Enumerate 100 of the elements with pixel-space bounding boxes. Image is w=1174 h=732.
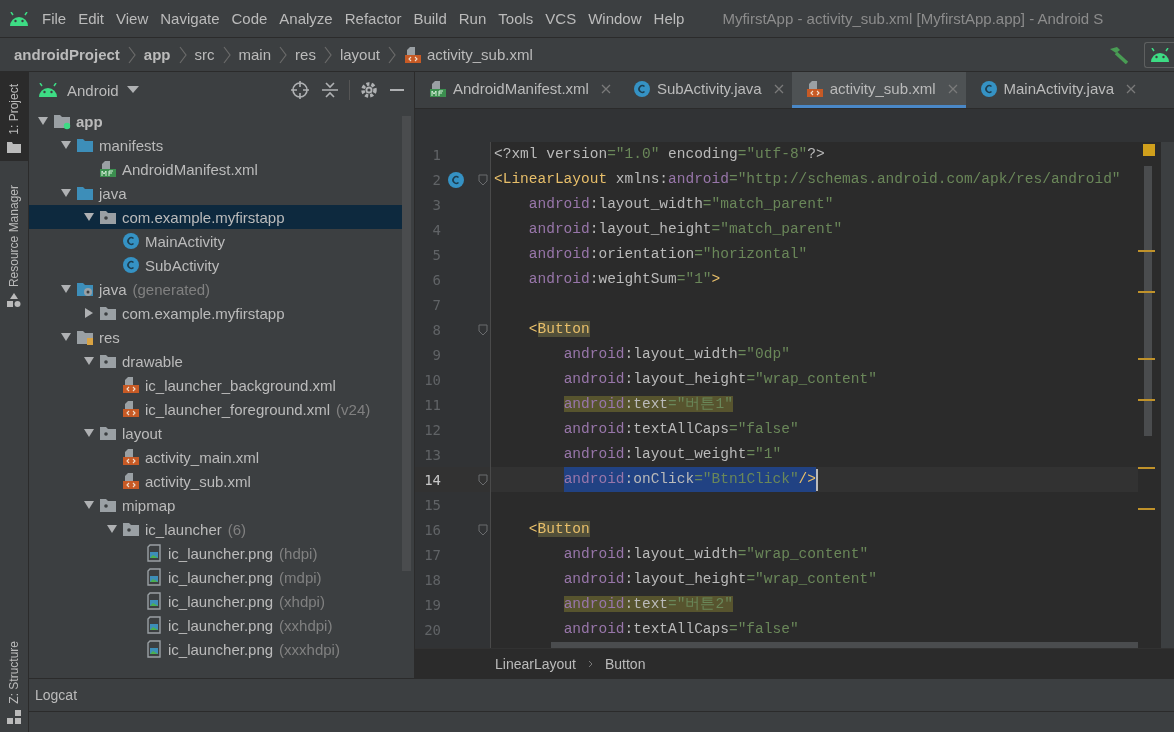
editor-tab[interactable]: AndroidManifest.xml	[415, 72, 619, 108]
tree-item[interactable]: ic_launcher.png (xxxhdpi)	[29, 637, 402, 661]
collapse-arrow-icon[interactable]	[106, 523, 118, 535]
tree-item[interactable]: com.example.myfirstapp	[29, 205, 402, 229]
close-icon[interactable]	[947, 83, 958, 94]
editor-tab[interactable]: activity_sub.xml	[791, 72, 966, 108]
tool-window-tab[interactable]: Logcat	[35, 687, 78, 703]
tree-item[interactable]: MainActivity	[29, 229, 402, 253]
tree-item[interactable]: app	[29, 109, 402, 133]
structure-breadcrumb[interactable]: LinearLayout	[495, 655, 576, 672]
fold-marker-icon[interactable]	[478, 473, 488, 486]
tree-item[interactable]: ic_launcher.png (hdpi)	[29, 541, 402, 565]
breadcrumb[interactable]: activity_sub.xml	[426, 46, 533, 63]
scrollbar[interactable]	[402, 116, 411, 571]
tree-item[interactable]: layout	[29, 421, 402, 445]
fold-marker-icon[interactable]	[478, 523, 488, 536]
class-icon	[122, 232, 140, 250]
collapse-arrow-icon[interactable]	[83, 499, 95, 511]
tree-item[interactable]: ic_launcher (6)	[29, 517, 402, 541]
menu-item[interactable]: Navigate	[154, 10, 226, 27]
tree-item[interactable]: com.example.myfirstapp	[29, 301, 402, 325]
menu-item[interactable]: File	[36, 10, 73, 27]
collapse-arrow-icon[interactable]	[60, 283, 72, 295]
tree-item[interactable]: manifests	[29, 133, 402, 157]
tree-item[interactable]: SubActivity	[29, 253, 402, 277]
tree-item-note: (mdpi)	[279, 568, 322, 586]
menu-item[interactable]: VCS	[539, 10, 583, 27]
scrollbar[interactable]	[1144, 166, 1152, 436]
tree-item[interactable]: activity_sub.xml	[29, 469, 402, 493]
warning-marker[interactable]	[1138, 467, 1155, 469]
tree-item-note: (xxxhdpi)	[279, 640, 340, 658]
menu-item[interactable]: View	[110, 10, 155, 27]
menu-item[interactable]: Window	[582, 10, 648, 27]
warning-marker[interactable]	[1138, 291, 1155, 293]
menu-item[interactable]: Analyze	[273, 10, 339, 27]
code-line: android:layout_width="match_parent"	[528, 195, 834, 214]
tree-item[interactable]: mipmap	[29, 493, 402, 517]
menu-item[interactable]: Code	[225, 10, 274, 27]
warning-marker[interactable]	[1138, 399, 1155, 401]
tree-item[interactable]: res	[29, 325, 402, 349]
settings-button[interactable]	[358, 79, 380, 101]
collapse-arrow-icon[interactable]	[83, 211, 95, 223]
run-config-button[interactable]	[1144, 41, 1174, 68]
warning-marker[interactable]	[1138, 358, 1155, 360]
editor-tab[interactable]: SubActivity.java	[618, 72, 792, 108]
tree-item[interactable]: ic_launcher.png (xxhdpi)	[29, 613, 402, 637]
warning-marker[interactable]	[1138, 508, 1155, 510]
collapse-arrow-icon[interactable]	[60, 139, 72, 151]
structure-breadcrumb[interactable]: Button	[604, 655, 646, 672]
collapse-arrow-icon[interactable]	[60, 187, 72, 199]
manifest-file-icon	[99, 160, 117, 178]
tree-item-label: layout	[122, 424, 163, 442]
image-file-icon	[145, 640, 163, 658]
tree-item-note: (xxhdpi)	[279, 616, 333, 634]
xml-file-icon	[122, 448, 140, 466]
class-icon	[447, 170, 465, 189]
tree-item[interactable]: ic_launcher_background.xml	[29, 373, 402, 397]
menu-item[interactable]: Run	[452, 10, 493, 27]
tree-item[interactable]: ic_launcher_foreground.xml (v24)	[29, 397, 402, 421]
code-line: android:textAllCaps="false"	[563, 620, 799, 639]
close-icon[interactable]	[1126, 83, 1137, 94]
fold-marker-icon[interactable]	[478, 173, 488, 186]
tool-window-tab[interactable]: 1: Project	[0, 72, 28, 161]
view-dropdown[interactable]: Android	[37, 81, 139, 99]
close-icon[interactable]	[773, 83, 784, 94]
hide-button[interactable]	[388, 86, 406, 94]
tree-item[interactable]: ic_launcher.png (xhdpi)	[29, 589, 402, 613]
tool-window-tab[interactable]: Resource Manager	[0, 172, 28, 315]
code-line: android:layout_weight="1"	[563, 445, 782, 464]
scrollbar[interactable]	[551, 642, 1138, 648]
menu-item[interactable]: Tools	[492, 10, 540, 27]
tree-item[interactable]: ic_launcher.png (mdpi)	[29, 565, 402, 589]
editor-tab[interactable]: MainActivity.java	[965, 72, 1145, 108]
collapse-arrow-icon[interactable]	[83, 355, 95, 367]
expand-arrow-icon[interactable]	[83, 307, 95, 319]
breadcrumb[interactable]: layout	[339, 46, 380, 63]
menu-item[interactable]: Help	[647, 10, 691, 27]
tree-item[interactable]: java (generated)	[29, 277, 402, 301]
collapse-arrow-icon[interactable]	[37, 115, 49, 127]
tool-window-tab[interactable]: Z: Structure	[0, 629, 28, 732]
hammer-icon[interactable]	[1108, 45, 1130, 64]
menu-item[interactable]: Edit	[72, 10, 111, 27]
fold-marker-icon[interactable]	[478, 323, 488, 336]
locate-button[interactable]	[289, 79, 311, 101]
tree-item[interactable]: drawable	[29, 349, 402, 373]
collapse-arrow-icon[interactable]	[60, 331, 72, 343]
breadcrumb[interactable]: main	[238, 46, 272, 63]
tree-item-note: (v24)	[336, 400, 371, 418]
breadcrumb[interactable]: src	[194, 46, 215, 63]
warning-marker[interactable]	[1138, 250, 1155, 252]
tree-item[interactable]: java	[29, 181, 402, 205]
tree-item[interactable]: activity_main.xml	[29, 445, 402, 469]
menu-item[interactable]: Build	[407, 10, 453, 27]
breadcrumb[interactable]: androidProject	[14, 46, 120, 63]
close-icon[interactable]	[600, 83, 611, 94]
breadcrumb[interactable]: res	[295, 46, 316, 63]
breadcrumb[interactable]: app	[143, 46, 171, 63]
collapse-arrow-icon[interactable]	[83, 427, 95, 439]
tree-item[interactable]: AndroidManifest.xml	[29, 157, 402, 181]
menu-item[interactable]: Refactor	[338, 10, 408, 27]
